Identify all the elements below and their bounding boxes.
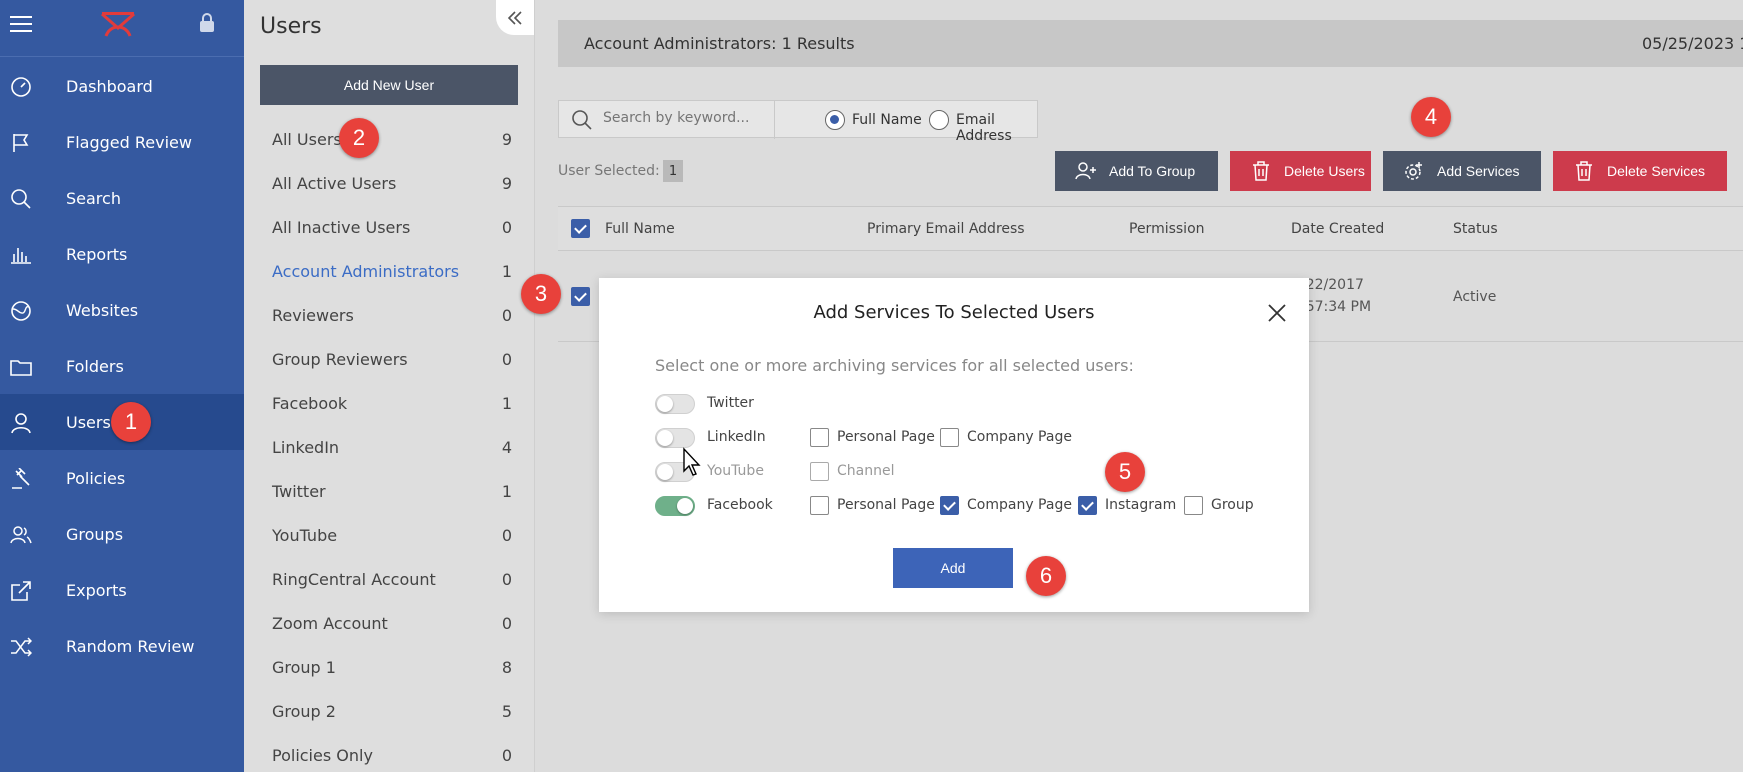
youtube-label: YouTube bbox=[707, 463, 764, 479]
twitter-toggle[interactable] bbox=[655, 394, 695, 414]
facebook-label: Facebook bbox=[707, 497, 773, 513]
step-marker-6: 6 bbox=[1026, 556, 1066, 596]
facebook-company-page-checkbox[interactable] bbox=[940, 496, 959, 515]
linkedin-personal-page-label: Personal Page bbox=[837, 429, 935, 445]
mouse-cursor-icon bbox=[683, 447, 701, 476]
facebook-group-label: Group bbox=[1211, 497, 1254, 513]
service-row-twitter: Twitter bbox=[655, 392, 1275, 416]
youtube-channel-label: Channel bbox=[837, 463, 895, 479]
facebook-instagram-checkbox[interactable] bbox=[1078, 496, 1097, 515]
close-icon[interactable] bbox=[1266, 302, 1288, 324]
step-marker-1: 1 bbox=[111, 402, 151, 442]
service-row-linkedin: LinkedIn Personal Page Company Page bbox=[655, 426, 1275, 450]
facebook-instagram-label: Instagram bbox=[1105, 497, 1177, 513]
facebook-company-page-label: Company Page bbox=[967, 497, 1072, 513]
twitter-label: Twitter bbox=[707, 395, 754, 411]
step-marker-5: 5 bbox=[1105, 452, 1145, 492]
linkedin-company-page-label: Company Page bbox=[967, 429, 1072, 445]
facebook-personal-page-label: Personal Page bbox=[837, 497, 935, 513]
add-button[interactable]: Add bbox=[893, 548, 1013, 588]
add-services-modal: Add Services To Selected Users Select on… bbox=[599, 278, 1309, 612]
linkedin-company-page-checkbox[interactable] bbox=[940, 428, 959, 447]
linkedin-label: LinkedIn bbox=[707, 429, 766, 445]
linkedin-personal-page-checkbox[interactable] bbox=[810, 428, 829, 447]
service-row-youtube: YouTube Channel bbox=[655, 460, 1275, 484]
facebook-toggle[interactable] bbox=[655, 496, 695, 516]
modal-overlay: Add Services To Selected Users Select on… bbox=[0, 0, 1743, 772]
facebook-group-checkbox[interactable] bbox=[1184, 496, 1203, 515]
step-marker-2: 2 bbox=[339, 118, 379, 158]
service-row-facebook: Facebook Personal Page Company Page Inst… bbox=[655, 494, 1275, 518]
step-marker-3: 3 bbox=[521, 274, 561, 314]
facebook-personal-page-checkbox[interactable] bbox=[810, 496, 829, 515]
linkedin-toggle[interactable] bbox=[655, 428, 695, 448]
youtube-channel-checkbox[interactable] bbox=[810, 462, 829, 481]
step-marker-4: 4 bbox=[1411, 97, 1451, 137]
modal-instruction: Select one or more archiving services fo… bbox=[655, 356, 1134, 375]
modal-title: Add Services To Selected Users bbox=[813, 302, 1095, 323]
